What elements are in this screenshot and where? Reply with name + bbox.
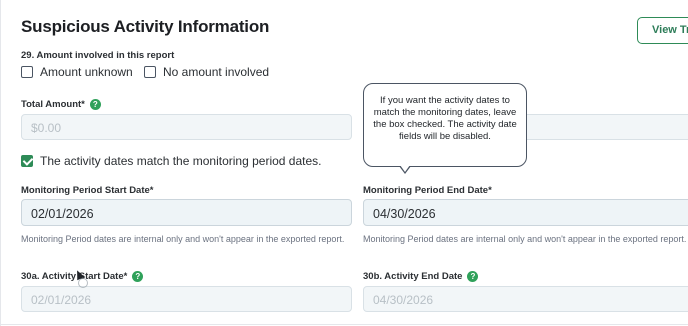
view-transactions-button[interactable]: View Tra — [637, 17, 688, 44]
amount-unknown-option[interactable]: Amount unknown — [21, 65, 133, 79]
question-circle-icon[interactable]: ? — [89, 99, 101, 110]
monitoring-end-helper: Monitoring Period dates are internal onl… — [363, 234, 687, 244]
question-circle-icon[interactable]: ? — [467, 271, 479, 282]
secondary-amount-input[interactable] — [523, 114, 688, 140]
question-circle-icon[interactable]: ? — [132, 271, 144, 282]
monitoring-start-input[interactable]: 02/01/2026 — [21, 199, 352, 226]
no-amount-checkbox[interactable] — [144, 66, 156, 78]
activity-end-input[interactable]: 04/30/2026 — [363, 286, 688, 312]
amount-unknown-label: Amount unknown — [40, 65, 133, 79]
match-dates-option[interactable]: The activity dates match the monitoring … — [21, 154, 321, 168]
activity-end-label-row: 30b. Activity End Date ? — [363, 271, 479, 282]
suspicious-activity-section: Suspicious Activity Information View Tra… — [0, 0, 688, 326]
activity-end-label: 30b. Activity End Date — [363, 271, 463, 282]
section-divider — [1, 324, 688, 325]
total-amount-input[interactable]: $0.00 — [21, 114, 352, 140]
total-amount-label-row: Total Amount* ? — [21, 99, 101, 110]
section-title: Suspicious Activity Information — [21, 17, 270, 36]
not-allowed-cursor-icon — [78, 278, 88, 288]
activity-start-input[interactable]: 02/01/2026 — [21, 286, 352, 312]
no-amount-label: No amount involved — [163, 65, 270, 79]
amount-question-label: 29. Amount involved in this report — [21, 50, 175, 61]
total-amount-label: Total Amount* — [21, 99, 85, 110]
monitoring-start-helper: Monitoring Period dates are internal onl… — [21, 234, 345, 244]
match-dates-label: The activity dates match the monitoring … — [40, 154, 322, 168]
match-dates-checkbox[interactable] — [21, 155, 33, 167]
match-dates-tooltip: If you want the activity dates to match … — [363, 83, 527, 167]
monitoring-end-input[interactable]: 04/30/2026 — [363, 199, 688, 226]
no-amount-option[interactable]: No amount involved — [144, 65, 269, 79]
tooltip-tail-fill — [400, 165, 410, 172]
monitoring-end-label: Monitoring Period End Date* — [363, 185, 492, 196]
amount-unknown-checkbox[interactable] — [21, 66, 33, 78]
monitoring-start-label: Monitoring Period Start Date* — [21, 185, 154, 196]
